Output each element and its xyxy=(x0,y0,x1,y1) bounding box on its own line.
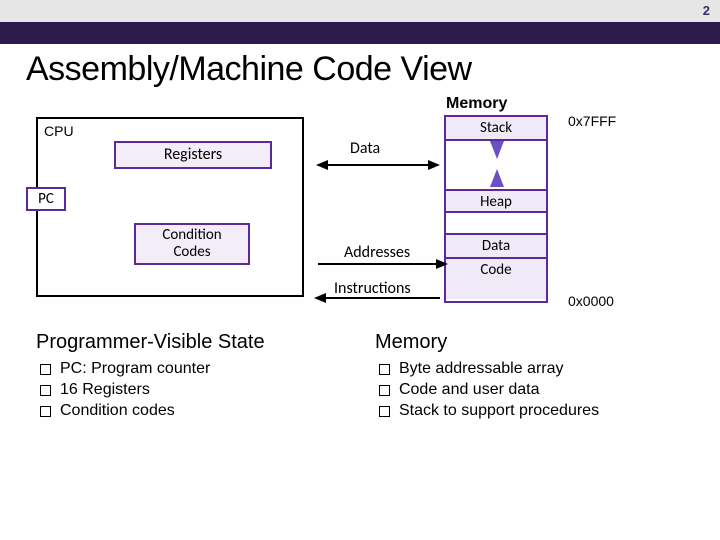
pvs-heading: Programmer-Visible State xyxy=(36,331,375,354)
slide-title: Assembly/Machine Code View xyxy=(26,50,694,89)
list-item: Stack to support procedures xyxy=(375,402,694,420)
instructions-bus-label: Instructions xyxy=(334,279,411,298)
memory-heading: Memory xyxy=(375,331,694,354)
accent-bar xyxy=(0,22,720,44)
condition-codes-box: Condition Codes xyxy=(134,223,250,265)
pvs-list: PC: Program counter 16 Registers Conditi… xyxy=(36,360,375,420)
data-arrow-right-icon xyxy=(428,160,440,170)
memory-data: Data xyxy=(446,235,546,259)
addresses-arrow-line-icon xyxy=(318,263,438,265)
list-item: Condition codes xyxy=(36,402,375,420)
pc-box: PC xyxy=(26,187,66,211)
bottom-columns: Programmer-Visible State PC: Program cou… xyxy=(26,331,694,423)
cpu-box: CPU Registers PC Condition Codes xyxy=(36,117,304,297)
memory-code: Code xyxy=(446,259,546,299)
slide-content: Assembly/Machine Code View Memory CPU Re… xyxy=(0,44,720,540)
slide-number-bar: 2 xyxy=(0,0,720,22)
list-item: 16 Registers xyxy=(36,381,375,399)
address-high-label: 0x7FFF xyxy=(568,113,616,129)
cpu-label: CPU xyxy=(44,123,74,139)
address-low-label: 0x0000 xyxy=(568,293,614,309)
list-item: Code and user data xyxy=(375,381,694,399)
memory-heap: Heap xyxy=(446,189,546,213)
page-number: 2 xyxy=(703,3,710,18)
data-arrow-line-icon xyxy=(326,164,430,166)
diagram-stage: Memory CPU Registers PC Condition Codes … xyxy=(26,95,694,327)
programmer-visible-state-column: Programmer-Visible State PC: Program cou… xyxy=(36,331,375,423)
addresses-bus-label: Addresses xyxy=(344,243,410,262)
memory-column-text: Memory Byte addressable array Code and u… xyxy=(375,331,694,423)
instructions-arrow-line-icon xyxy=(324,297,440,299)
instructions-arrow-left-icon xyxy=(314,293,326,303)
heap-growth-arrow-icon xyxy=(490,169,504,187)
memory-stack: Stack xyxy=(446,117,546,141)
registers-box: Registers xyxy=(114,141,272,169)
memory-list: Byte addressable array Code and user dat… xyxy=(375,360,694,420)
data-bus-label: Data xyxy=(350,139,380,158)
addresses-arrow-right-icon xyxy=(436,259,448,269)
stack-growth-arrow-icon xyxy=(490,141,504,159)
list-item: PC: Program counter xyxy=(36,360,375,378)
memory-title: Memory xyxy=(446,95,507,113)
memory-gap-lower xyxy=(446,213,546,235)
list-item: Byte addressable array xyxy=(375,360,694,378)
